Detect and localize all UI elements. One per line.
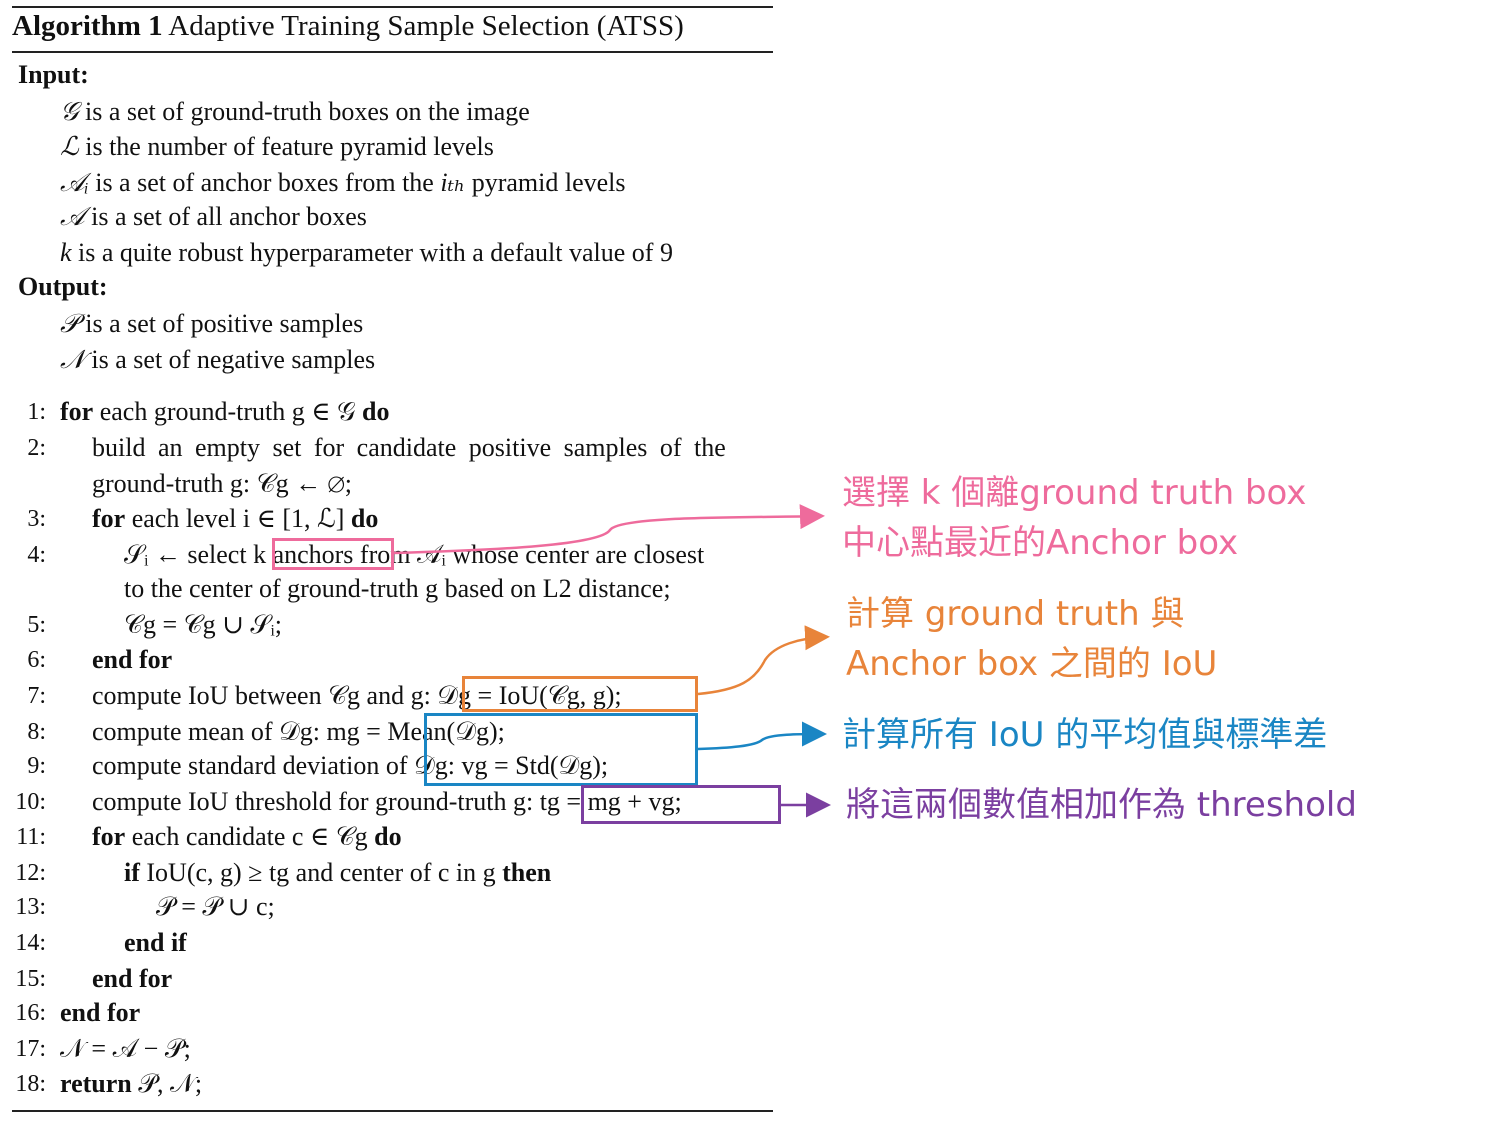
arrow-orange bbox=[697, 625, 830, 696]
bottom-rule bbox=[12, 1110, 773, 1112]
annotation-line: 將這兩個數值相加作為 threshold bbox=[846, 785, 1357, 825]
annotation-line: 計算 ground truth 與 bbox=[846, 594, 1185, 634]
annotation-mean-std: 計算所有 IoU 的平均值與標準差 bbox=[842, 710, 1327, 760]
annotation-compute-iou: 計算 ground truth 與 Anchor box 之間的 IoU bbox=[846, 589, 1217, 689]
arrow-blue bbox=[697, 721, 827, 751]
annotation-line: 中心點最近的Anchor box bbox=[842, 523, 1239, 563]
annotation-line: 計算所有 IoU 的平均值與標準差 bbox=[842, 715, 1328, 755]
annotation-threshold: 將這兩個數值相加作為 threshold bbox=[846, 780, 1357, 830]
arrow-pink bbox=[393, 504, 825, 555]
annotation-line: 選擇 k 個離ground truth box bbox=[842, 473, 1307, 513]
annotation-select-k: 選擇 k 個離ground truth box 中心點最近的Anchor box bbox=[842, 468, 1306, 568]
annotation-line: Anchor box 之間的 IoU bbox=[846, 644, 1218, 684]
